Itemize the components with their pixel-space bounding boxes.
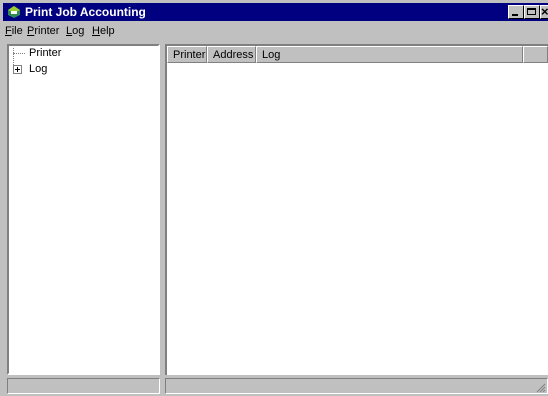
- column-header-blank[interactable]: [523, 46, 548, 63]
- menu-bar: File Printer Log Help: [3, 23, 548, 41]
- resize-grip-icon[interactable]: [536, 383, 546, 393]
- menu-printer[interactable]: Printer: [27, 25, 59, 37]
- minimize-button[interactable]: [508, 5, 524, 19]
- tree-connector: [13, 48, 14, 65]
- menu-file-label: ile: [11, 25, 23, 37]
- window-title: Print Job Accounting: [25, 5, 146, 19]
- menu-file[interactable]: File: [5, 25, 23, 37]
- expand-plus-icon[interactable]: [13, 65, 22, 74]
- column-header-printer[interactable]: Printer: [167, 46, 207, 63]
- title-bar[interactable]: Print Job Accounting ×: [3, 3, 548, 21]
- printer-app-icon: [8, 6, 20, 18]
- menu-log[interactable]: Log: [66, 25, 84, 37]
- close-button[interactable]: ×: [540, 4, 548, 19]
- menu-help-label: elp: [99, 25, 115, 37]
- status-panel-2: [165, 378, 548, 394]
- tree-branch-line: [13, 53, 25, 54]
- tree-node-label: Log: [29, 63, 48, 75]
- column-header-log[interactable]: Log: [256, 46, 523, 63]
- status-panel-1: [7, 378, 160, 394]
- maximize-button[interactable]: [524, 5, 540, 19]
- menu-file-accel: F: [5, 25, 12, 37]
- minimize-icon: [512, 14, 518, 16]
- list-view[interactable]: Printer Address Log: [165, 44, 548, 375]
- menu-help-accel: H: [92, 25, 100, 37]
- close-icon: ×: [541, 4, 548, 19]
- maximize-icon: [527, 8, 536, 15]
- tree-view[interactable]: Printer Log: [7, 44, 160, 375]
- menu-help[interactable]: Help: [92, 25, 115, 37]
- list-header: Printer Address Log: [167, 46, 548, 63]
- tree-node-label: Printer: [29, 47, 62, 59]
- menu-printer-label: rinter: [34, 25, 60, 37]
- menu-log-label: og: [72, 25, 85, 37]
- app-window: Print Job Accounting × File Printer Log …: [0, 0, 548, 396]
- column-header-address[interactable]: Address: [207, 46, 256, 63]
